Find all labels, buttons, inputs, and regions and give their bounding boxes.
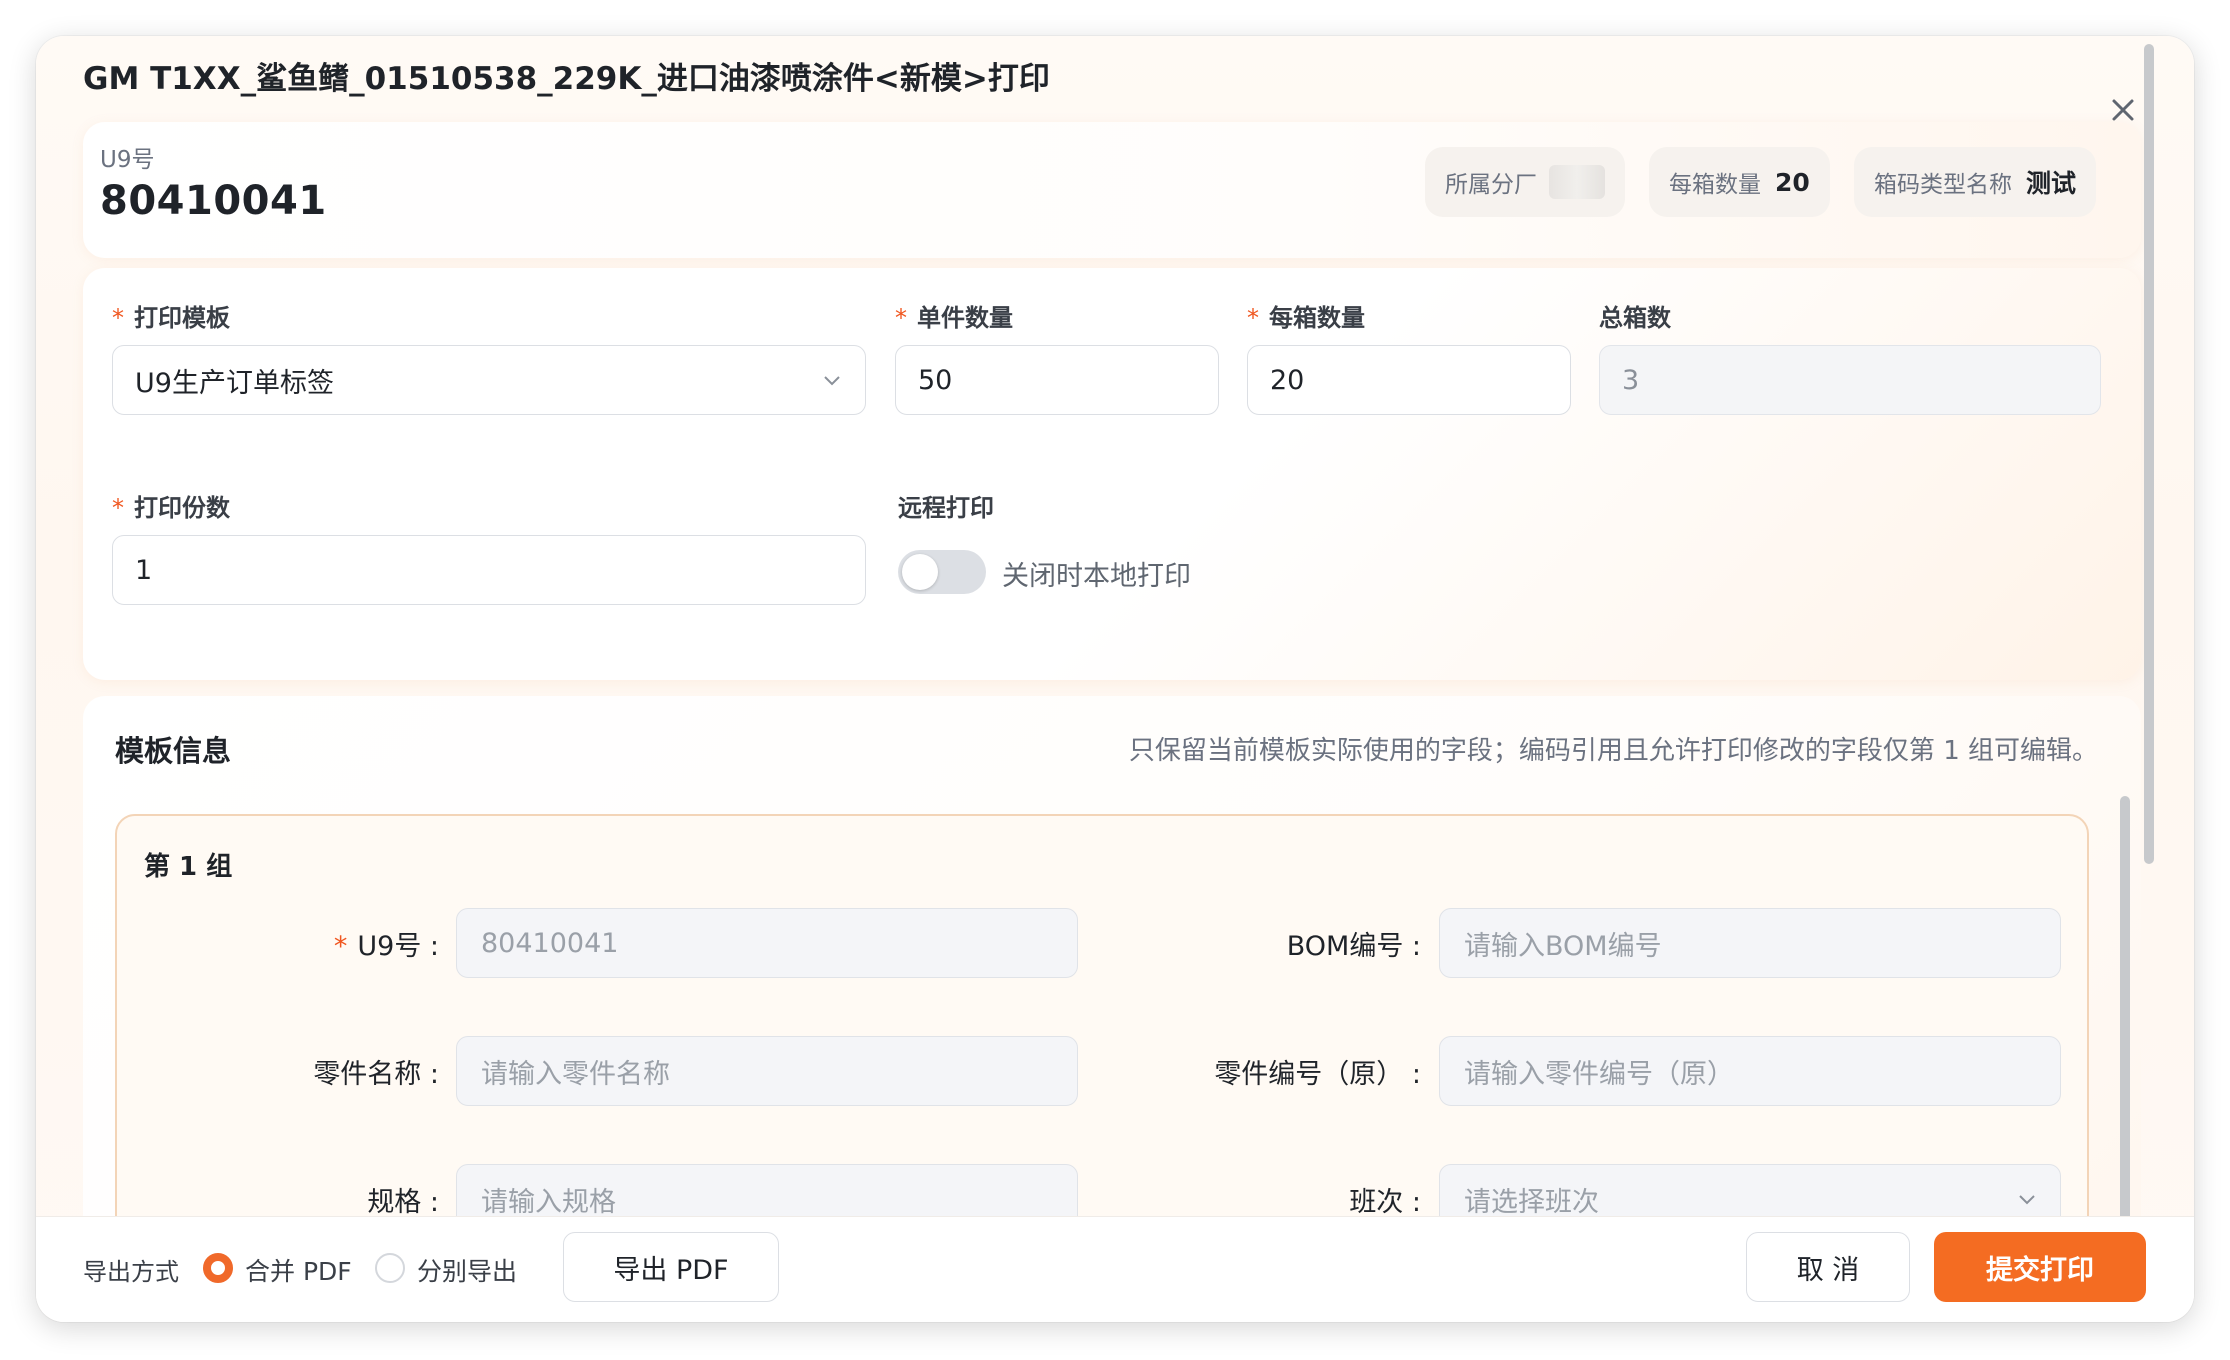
field-u9-input[interactable]: 80410041: [456, 908, 1078, 978]
field-bom-input[interactable]: 请输入BOM编号: [1439, 908, 2061, 978]
chip-box-qty-value: 20: [1775, 167, 1810, 197]
u9-value: 80410041: [100, 178, 327, 224]
chip-factory: 所属分厂: [1425, 147, 1625, 217]
export-pdf-button[interactable]: 导出 PDF: [563, 1232, 779, 1302]
form-card: [83, 268, 2141, 680]
template-select[interactable]: U9生产订单标签: [112, 345, 866, 415]
group-title: 第 1 组: [144, 852, 233, 882]
template-select-value: U9生产订单标签: [135, 367, 334, 399]
remote-print-label: 远程打印: [898, 494, 994, 522]
chip-box-qty-label: 每箱数量: [1669, 172, 1761, 198]
print-dialog: GM T1XX_鲨鱼鳍_01510538_229K_进口油漆喷涂件<新模>打印 …: [36, 36, 2194, 1322]
chip-factory-value-redacted: [1549, 165, 1605, 199]
u9-label: U9号: [100, 147, 155, 173]
unit-qty-label: * 单件数量: [895, 304, 1013, 332]
radio-merge-pdf[interactable]: [203, 1253, 233, 1283]
template-label: * 打印模板: [112, 304, 230, 332]
total-box-label: 总箱数: [1599, 304, 1671, 332]
chip-factory-label: 所属分厂: [1445, 172, 1537, 198]
export-mode-label: 导出方式: [83, 1258, 179, 1286]
cancel-button[interactable]: 取 消: [1746, 1232, 1910, 1302]
field-shift-placeholder: 请选择班次: [1464, 1186, 1599, 1218]
submit-print-button[interactable]: 提交打印: [1934, 1232, 2146, 1302]
field-shift-label: 班次 :: [1349, 1187, 1421, 1218]
radio-merge-pdf-label[interactable]: 合并 PDF: [245, 1252, 352, 1288]
field-part-no-input[interactable]: 请输入零件编号（原）: [1439, 1036, 2061, 1106]
chip-box-type-value: 测试: [2026, 169, 2077, 198]
field-spec-label: 规格 :: [367, 1187, 439, 1218]
template-info-hint: 只保留当前模板实际使用的字段；编码引用且允许打印修改的字段仅第 1 组可编辑。: [1128, 736, 2098, 766]
box-qty-input[interactable]: 20: [1247, 345, 1571, 415]
field-part-name-label: 零件名称 :: [313, 1059, 439, 1090]
template-info-title: 模板信息: [115, 734, 232, 768]
field-bom-label: BOM编号 :: [1286, 931, 1421, 962]
radio-separate[interactable]: [375, 1253, 405, 1283]
box-qty-label: * 每箱数量: [1247, 304, 1365, 332]
chevron-down-icon: [2019, 1195, 2035, 1205]
chevron-down-icon: [824, 376, 840, 386]
chip-box-type-label: 箱码类型名称: [1874, 172, 2012, 198]
dialog-title: GM T1XX_鲨鱼鳍_01510538_229K_进口油漆喷涂件<新模>打印: [83, 61, 1050, 97]
field-part-no-label: 零件编号（原） :: [1214, 1059, 1421, 1090]
field-part-name-input[interactable]: 请输入零件名称: [456, 1036, 1078, 1106]
chip-box-qty: 每箱数量 20: [1649, 147, 1830, 217]
unit-qty-input[interactable]: 50: [895, 345, 1219, 415]
toggle-knob: [902, 554, 938, 590]
header-card: [83, 122, 2141, 258]
field-u9-label: * U9号 :: [333, 931, 439, 962]
radio-separate-label[interactable]: 分别导出: [417, 1252, 517, 1288]
remote-print-toggle[interactable]: [898, 550, 986, 594]
chip-box-type: 箱码类型名称 测试: [1854, 147, 2097, 217]
outer-scrollbar[interactable]: [2144, 44, 2154, 864]
remote-print-hint: 关闭时本地打印: [1002, 561, 1191, 592]
total-box-input: 3: [1599, 345, 2101, 415]
copies-input[interactable]: 1: [112, 535, 866, 605]
copies-label: * 打印份数: [112, 494, 230, 522]
